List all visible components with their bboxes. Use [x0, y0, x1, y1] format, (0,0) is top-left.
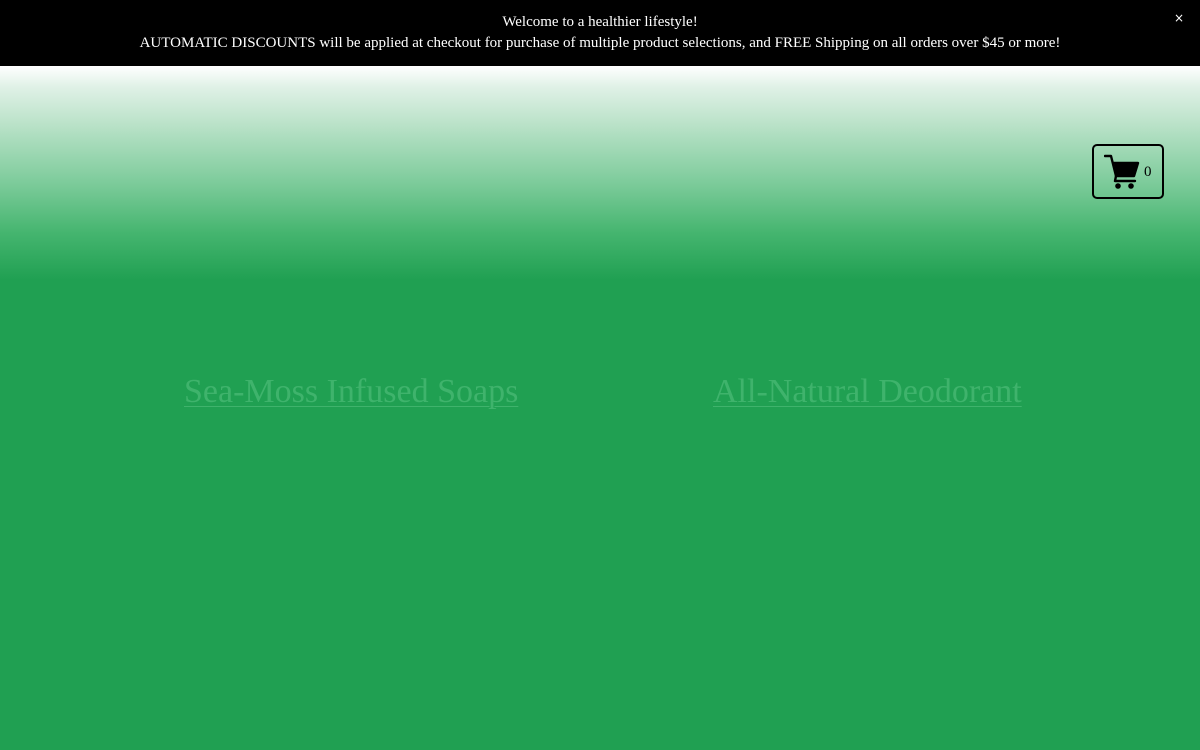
- announcement-discount-text: AUTOMATIC DISCOUNTS will be applied at c…: [139, 35, 1061, 51]
- category-link-sea-moss-soaps[interactable]: Sea-Moss Infused Soaps: [184, 372, 518, 412]
- announcement-welcome-text: Welcome to a healthier lifestyle!: [502, 14, 698, 30]
- announcement-bar: Welcome to a healthier lifestyle! AUTOMA…: [0, 0, 1200, 66]
- category-link-natural-deodorant[interactable]: All-Natural Deodorant: [713, 372, 1022, 412]
- cart-count: 0: [1144, 164, 1152, 180]
- close-announcement-button[interactable]: ×: [1172, 10, 1186, 26]
- cart-button[interactable]: 0: [1092, 144, 1164, 199]
- header-gradient-banner: [0, 66, 1200, 280]
- shopping-cart-icon: [1104, 154, 1140, 189]
